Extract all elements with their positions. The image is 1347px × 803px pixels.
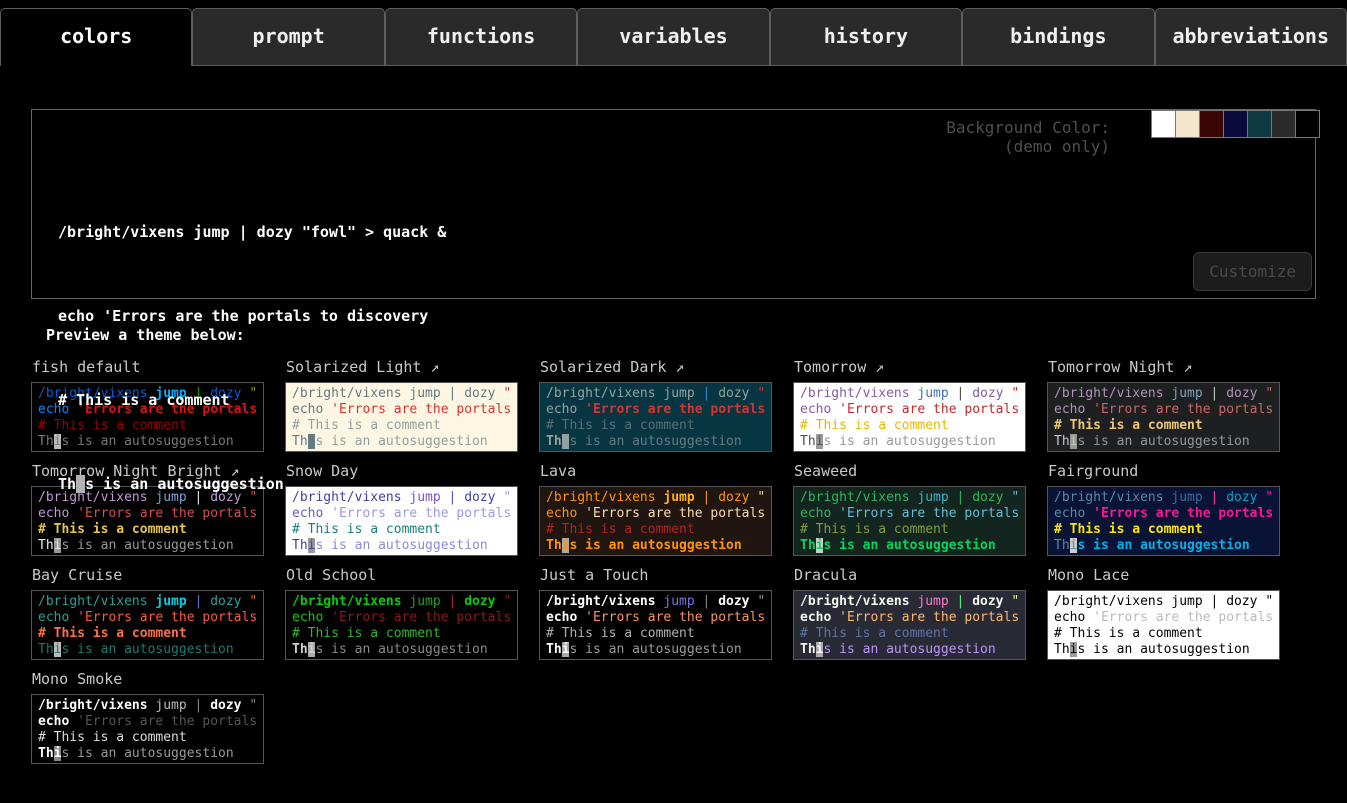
theme-card: Dracula/bright/vixens jump | dozy "fowl"… bbox=[793, 566, 1026, 660]
customize-button[interactable]: Customize bbox=[1193, 252, 1312, 291]
tab-bar: colorspromptfunctionsvariableshistorybin… bbox=[0, 0, 1347, 66]
comment-line: # This is a comment bbox=[58, 386, 1315, 414]
background-swatch-4[interactable] bbox=[1247, 110, 1272, 138]
tab-functions[interactable]: functions bbox=[385, 8, 577, 66]
theme-preview[interactable]: /bright/vixens jump | dozy "fowl" > quac… bbox=[285, 590, 518, 660]
theme-preview[interactable]: /bright/vixens jump | dozy "fowl" > quac… bbox=[31, 590, 264, 660]
tab-abbreviations[interactable]: abbreviations bbox=[1155, 8, 1347, 66]
preview-comment-line: # This is a comment bbox=[546, 626, 765, 642]
background-color-label: Background Color: (demo only) bbox=[946, 118, 1110, 156]
background-swatch-1[interactable] bbox=[1175, 110, 1200, 138]
background-color-label-line2: (demo only) bbox=[946, 137, 1110, 156]
preview-comment-line: # This is a comment bbox=[1054, 626, 1273, 642]
theme-preview[interactable]: /bright/vixens jump | dozy "fowl" > quac… bbox=[31, 694, 264, 764]
theme-card: Mono Smoke/bright/vixens jump | dozy "fo… bbox=[31, 670, 264, 764]
terminal-text: /bright/vixens jump | dozy "fowl" > quac… bbox=[58, 162, 1315, 554]
preview-autosuggestion-line: This is an autosuggestion bbox=[292, 642, 511, 658]
background-color-label-line1: Background Color: bbox=[946, 118, 1110, 137]
preview-quote-line: echo 'Errors are the portals to discover… bbox=[38, 714, 257, 730]
theme-card: Old School/bright/vixens jump | dozy "fo… bbox=[285, 566, 518, 660]
preview-quote-line: echo 'Errors are the portals to discover… bbox=[292, 610, 511, 626]
tab-prompt[interactable]: prompt bbox=[192, 8, 384, 66]
background-swatch-2[interactable] bbox=[1199, 110, 1224, 138]
theme-card: Just a Touch/bright/vixens jump | dozy "… bbox=[539, 566, 772, 660]
preview-autosuggestion-line: This is an autosuggestion bbox=[38, 746, 257, 762]
preview-comment-line: # This is a comment bbox=[38, 730, 257, 746]
preview-command-line: /bright/vixens jump | dozy "fowl" > quac… bbox=[1054, 594, 1273, 610]
preview-quote-line: echo 'Errors are the portals to discover… bbox=[546, 610, 765, 626]
tab-colors[interactable]: colors bbox=[0, 8, 192, 66]
background-swatch-5[interactable] bbox=[1271, 110, 1296, 138]
preview-command-line: /bright/vixens jump | dozy "fowl" > quac… bbox=[38, 594, 257, 610]
theme-card: Bay Cruise/bright/vixens jump | dozy "fo… bbox=[31, 566, 264, 660]
preview-comment-line: # This is a comment bbox=[38, 626, 257, 642]
theme-preview[interactable]: /bright/vixens jump | dozy "fowl" > quac… bbox=[793, 590, 1026, 660]
preview-command-line: /bright/vixens jump | dozy "fowl" > quac… bbox=[38, 698, 257, 714]
command-line: /bright/vixens jump | dozy "fowl" > quac… bbox=[58, 218, 1315, 246]
theme-title[interactable]: Dracula bbox=[794, 566, 1026, 585]
theme-title[interactable]: Old School bbox=[286, 566, 518, 585]
preview-autosuggestion-line: This is an autosuggestion bbox=[38, 642, 257, 658]
background-swatch-0[interactable] bbox=[1151, 110, 1176, 138]
quote-line: echo 'Errors are the portals to discover… bbox=[58, 302, 1315, 330]
theme-title[interactable]: Bay Cruise bbox=[32, 566, 264, 585]
preview-quote-line: echo 'Errors are the portals to discover… bbox=[1054, 610, 1273, 626]
autosuggestion-text: s is an autosuggestion bbox=[85, 475, 284, 493]
theme-preview[interactable]: /bright/vixens jump | dozy "fowl" > quac… bbox=[539, 590, 772, 660]
preview-autosuggestion-line: This is an autosuggestion bbox=[1054, 642, 1273, 658]
tab-history[interactable]: history bbox=[770, 8, 962, 66]
background-swatch-3[interactable] bbox=[1223, 110, 1248, 138]
typed-text: Th bbox=[58, 475, 76, 493]
theme-preview[interactable]: /bright/vixens jump | dozy "fowl" > quac… bbox=[1047, 590, 1280, 660]
preview-comment-line: # This is a comment bbox=[800, 626, 1019, 642]
preview-command-line: /bright/vixens jump | dozy "fowl" > quac… bbox=[292, 594, 511, 610]
preview-quote-line: echo 'Errors are the portals to discover… bbox=[38, 610, 257, 626]
cursor-block: i bbox=[76, 475, 85, 493]
preview-command-line: /bright/vixens jump | dozy "fowl" > quac… bbox=[800, 594, 1019, 610]
background-swatches bbox=[1152, 110, 1320, 138]
tab-bindings[interactable]: bindings bbox=[962, 8, 1154, 66]
theme-title[interactable]: Mono Smoke bbox=[32, 670, 264, 689]
theme-title[interactable]: Just a Touch bbox=[540, 566, 772, 585]
tab-variables[interactable]: variables bbox=[577, 8, 769, 66]
autosuggestion-line: This is an autosuggestion bbox=[58, 470, 1315, 498]
preview-comment-line: # This is a comment bbox=[292, 626, 511, 642]
background-swatch-6[interactable] bbox=[1295, 110, 1320, 138]
terminal-preview: Background Color: (demo only) /bright/vi… bbox=[31, 109, 1316, 299]
preview-autosuggestion-line: This is an autosuggestion bbox=[800, 642, 1019, 658]
preview-command-line: /bright/vixens jump | dozy "fowl" > quac… bbox=[546, 594, 765, 610]
theme-title[interactable]: Mono Lace bbox=[1048, 566, 1280, 585]
preview-autosuggestion-line: This is an autosuggestion bbox=[546, 642, 765, 658]
preview-quote-line: echo 'Errors are the portals to discover… bbox=[800, 610, 1019, 626]
theme-card: Mono Lace/bright/vixens jump | dozy "fow… bbox=[1047, 566, 1280, 660]
